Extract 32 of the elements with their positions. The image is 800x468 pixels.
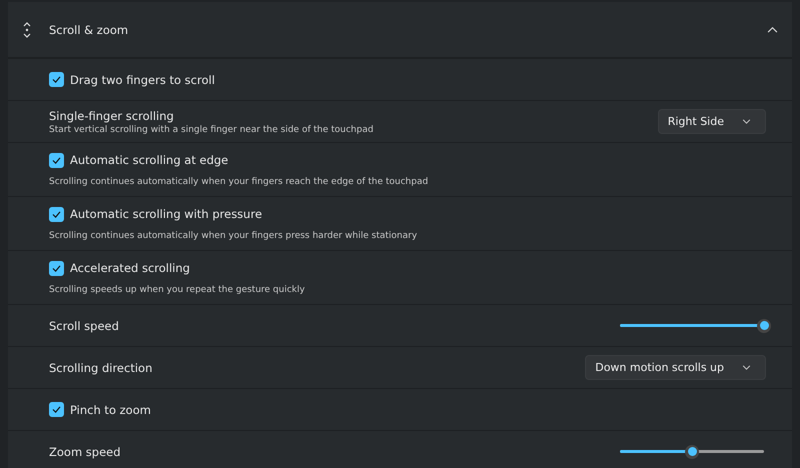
chevron-up-icon [767, 26, 778, 33]
slider-thumb[interactable] [757, 318, 771, 332]
setting-description: Scrolling continues automatically when your fingers reach the edge of the touchpad [49, 176, 428, 186]
check-icon [52, 156, 61, 164]
checkbox[interactable] [49, 260, 64, 276]
chevron-down-icon [742, 119, 751, 124]
checkbox[interactable] [49, 206, 64, 222]
check-icon [52, 264, 61, 272]
dropdown[interactable]: Down motion scrolls up [585, 355, 766, 380]
dropdown[interactable]: Right Side [658, 109, 766, 134]
setting-description: Scrolling speeds up when you repeat the gesture quickly [49, 284, 305, 294]
checkbox[interactable] [49, 402, 64, 417]
check-icon [52, 406, 61, 413]
chevron-down-icon [742, 365, 751, 370]
checkbox-label: Drag two fingers to scroll [70, 72, 215, 86]
setting-label: Scroll speed [49, 318, 119, 332]
checkbox-label: Automatic scrolling at edge [70, 153, 228, 167]
checkbox[interactable] [49, 72, 64, 87]
setting-description: Scrolling continues automatically when your fingers press harder while stationary [49, 230, 418, 240]
checkbox-label: Accelerated scrolling [70, 261, 190, 275]
setting-label: Scrolling direction [49, 360, 152, 374]
checkbox-label: Automatic scrolling with pressure [70, 207, 262, 221]
section-title: Scroll & zoom [49, 22, 130, 36]
checkbox[interactable] [49, 152, 64, 168]
setting-label: Zoom speed [49, 444, 121, 458]
scroll-icon [22, 22, 32, 38]
slider-thumb[interactable] [685, 444, 699, 458]
setting-description: Start vertical scrolling with a single finger near the side of the touchpad [49, 124, 374, 134]
checkbox-label: Pinch to zoom [70, 402, 151, 416]
check-icon [52, 210, 61, 218]
setting-label: Single-finger scrolling [49, 108, 175, 122]
check-icon [52, 76, 61, 83]
